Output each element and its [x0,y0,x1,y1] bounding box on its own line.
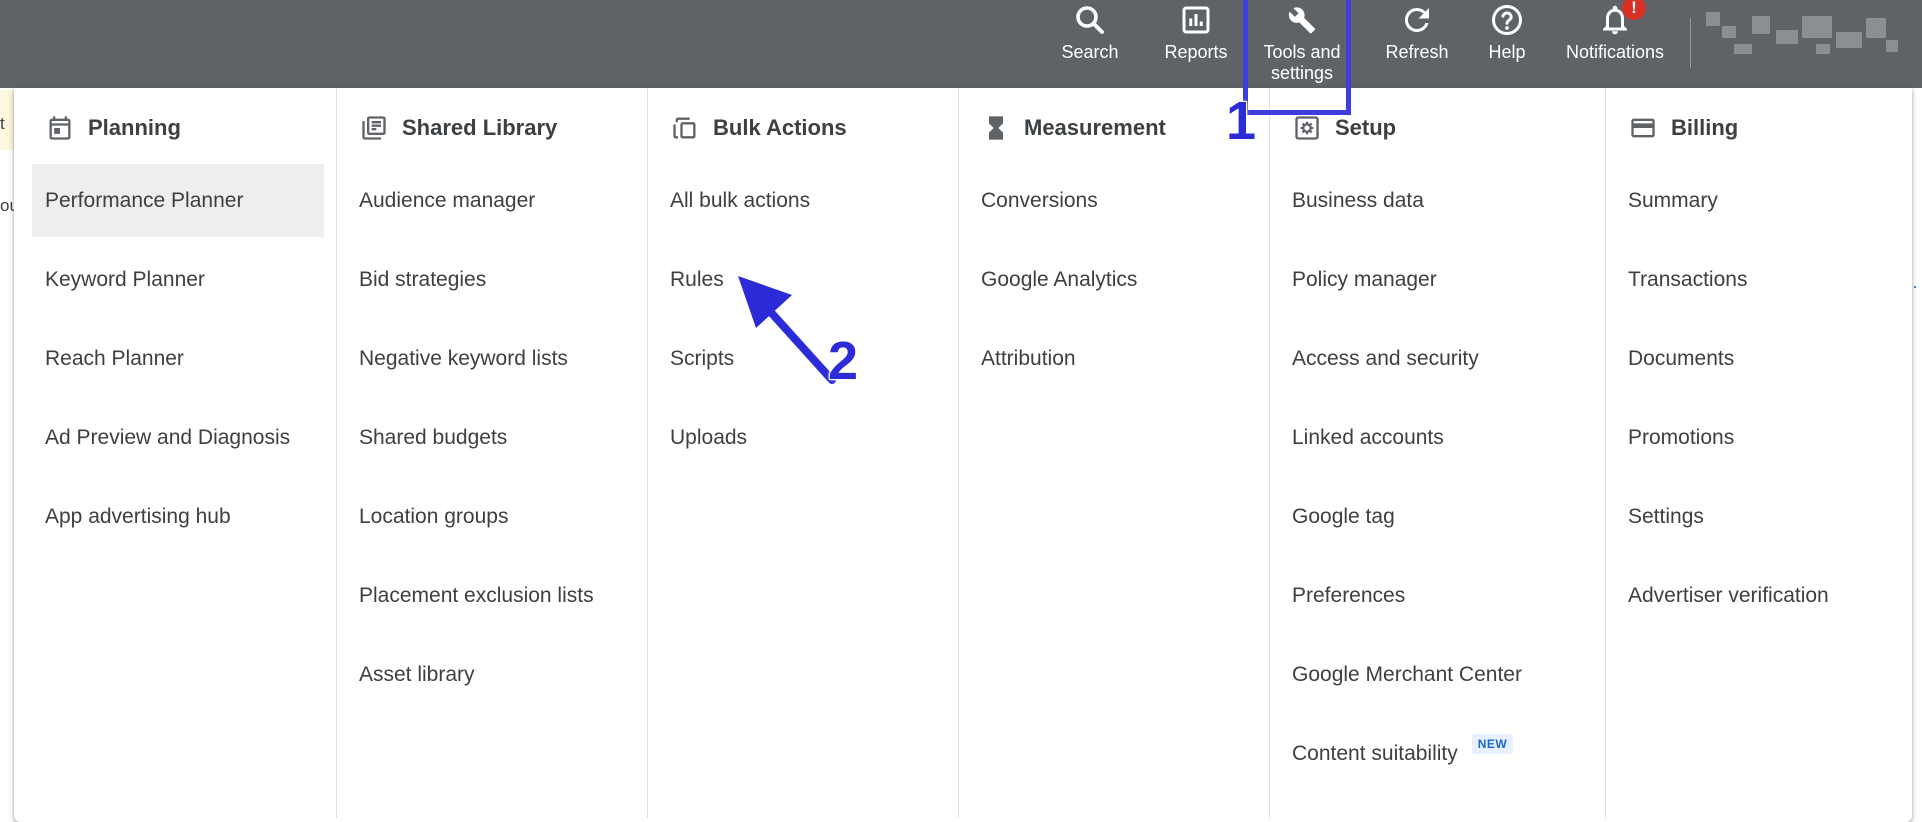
search-button[interactable]: Search [1050,0,1130,88]
menu-item-policy-manager[interactable]: Policy manager [1279,243,1593,316]
blur-pixel [1836,32,1862,48]
menu-item-google-analytics[interactable]: Google Analytics [968,243,1257,316]
calendar-icon [49,116,71,140]
menu-item-transactions[interactable]: Transactions [1615,243,1900,316]
background-page-edge: t ou [0,88,19,822]
menu-item-reach-planner[interactable]: Reach Planner [32,322,324,395]
refresh-label: Refresh [1385,42,1449,62]
menu-item-preferences[interactable]: Preferences [1279,559,1593,632]
menu-heading-label: Billing [1671,115,1739,140]
gear-square-icon [1295,116,1319,140]
blur-pixel [1776,30,1798,44]
refresh-icon [1404,7,1429,32]
menu-item-negative-keyword-lists[interactable]: Negative keyword lists [346,322,635,395]
annotation-step-2: 2 [827,330,859,392]
tools-and-settings-button[interactable]: Tools and settings [1252,0,1352,88]
menu-item-summary[interactable]: Summary [1615,164,1900,237]
notifications-label: Notifications [1565,42,1665,62]
hourglass-icon [989,116,1003,140]
account-avatar-blurred[interactable] [1706,12,1906,62]
menu-item-conversions[interactable]: Conversions [968,164,1257,237]
menu-heading-billing: Billing [1606,112,1912,144]
menu-item-documents[interactable]: Documents [1615,322,1900,395]
blur-pixel [1706,12,1720,26]
menu-item-app-advertising-hub[interactable]: App advertising hub [32,480,324,553]
blur-pixel [1752,16,1770,34]
blur-pixel [1802,16,1832,38]
menu-heading-shared-library: Shared Library [337,112,647,144]
notification-badge: ! [1622,0,1646,20]
copy-stack-icon [673,117,696,139]
menu-item-linked-accounts[interactable]: Linked accounts [1279,401,1593,474]
menu-heading-label: Shared Library [402,115,558,140]
menu-item-label: Content suitability [1292,741,1458,765]
menu-item-audience-manager[interactable]: Audience manager [346,164,635,237]
wrench-icon [1288,7,1316,34]
help-label: Help [1488,42,1526,62]
menu-item-uploads[interactable]: Uploads [657,401,946,474]
menu-heading-label: Bulk Actions [713,115,847,140]
menu-heading-label: Setup [1335,115,1397,140]
menu-heading-label: Planning [88,115,181,140]
reports-button[interactable]: Reports [1146,0,1246,88]
menu-item-advertiser-verification[interactable]: Advertiser verification [1615,559,1900,632]
menu-item-promotions[interactable]: Promotions [1615,401,1900,474]
reports-label: Reports [1164,42,1228,62]
search-label: Search [1061,42,1119,62]
toolbar-divider [1690,18,1691,68]
menu-heading-label: Measurement [1024,115,1166,140]
menu-heading-bulk-actions: Bulk Actions [648,112,958,144]
help-button[interactable]: Help [1472,0,1542,88]
background-edge-mark: · [1912,276,1918,296]
blur-pixel [1886,40,1898,52]
reports-icon [1182,6,1210,34]
blur-pixel [1816,44,1830,54]
menu-item-location-groups[interactable]: Location groups [346,480,635,553]
blur-pixel [1722,26,1736,38]
menu-item-shared-budgets[interactable]: Shared budgets [346,401,635,474]
blur-pixel [1734,44,1752,54]
menu-column-planning: Planning Performance Planner Keyword Pla… [14,88,336,818]
menu-item-asset-library[interactable]: Asset library [346,638,635,711]
menu-item-access-and-security[interactable]: Access and security [1279,322,1593,395]
menu-column-bulk-actions: Bulk Actions All bulk actions Rules Scri… [647,88,958,818]
search-icon [1076,6,1104,34]
menu-item-all-bulk-actions[interactable]: All bulk actions [657,164,946,237]
menu-item-placement-exclusion-lists[interactable]: Placement exclusion lists [346,559,635,632]
notifications-button[interactable]: ! Notifications [1550,0,1680,88]
library-icon [362,116,386,140]
new-badge: NEW [1471,733,1514,754]
menu-item-ad-preview[interactable]: Ad Preview and Diagnosis [32,401,324,474]
menu-heading-setup: Setup [1270,112,1605,144]
menu-item-content-suitability[interactable]: Content suitability NEW [1279,717,1593,790]
menu-heading-planning: Planning [14,112,336,144]
menu-column-setup: Setup Business data Policy manager Acces… [1269,88,1605,818]
menu-heading-measurement: Measurement [959,112,1269,144]
help-icon [1492,5,1522,35]
menu-column-billing: Billing Summary Transactions Documents P… [1605,88,1912,818]
menu-column-shared-library: Shared Library Audience manager Bid stra… [336,88,647,818]
menu-item-performance-planner[interactable]: Performance Planner [32,164,324,237]
tools-and-settings-menu: Planning Performance Planner Keyword Pla… [14,88,1912,822]
blur-pixel [1866,18,1886,38]
tools-label-line2: settings [1270,63,1334,83]
menu-item-bid-strategies[interactable]: Bid strategies [346,243,635,316]
refresh-button[interactable]: Refresh [1372,0,1462,88]
menu-item-settings[interactable]: Settings [1615,480,1900,553]
menu-item-google-tag[interactable]: Google tag [1279,480,1593,553]
credit-card-icon [1631,118,1655,138]
annotation-step-1: 1 [1225,90,1257,152]
menu-item-keyword-planner[interactable]: Keyword Planner [32,243,324,316]
menu-item-google-merchant-center[interactable]: Google Merchant Center [1279,638,1593,711]
menu-item-business-data[interactable]: Business data [1279,164,1593,237]
menu-column-measurement: Measurement Conversions Google Analytics… [958,88,1269,818]
top-toolbar: Search Reports Tools and settings Refres… [0,0,1922,88]
tools-label-line1: Tools and [1263,42,1341,62]
menu-item-attribution[interactable]: Attribution [968,322,1257,395]
background-text-fragment: t [0,114,5,133]
